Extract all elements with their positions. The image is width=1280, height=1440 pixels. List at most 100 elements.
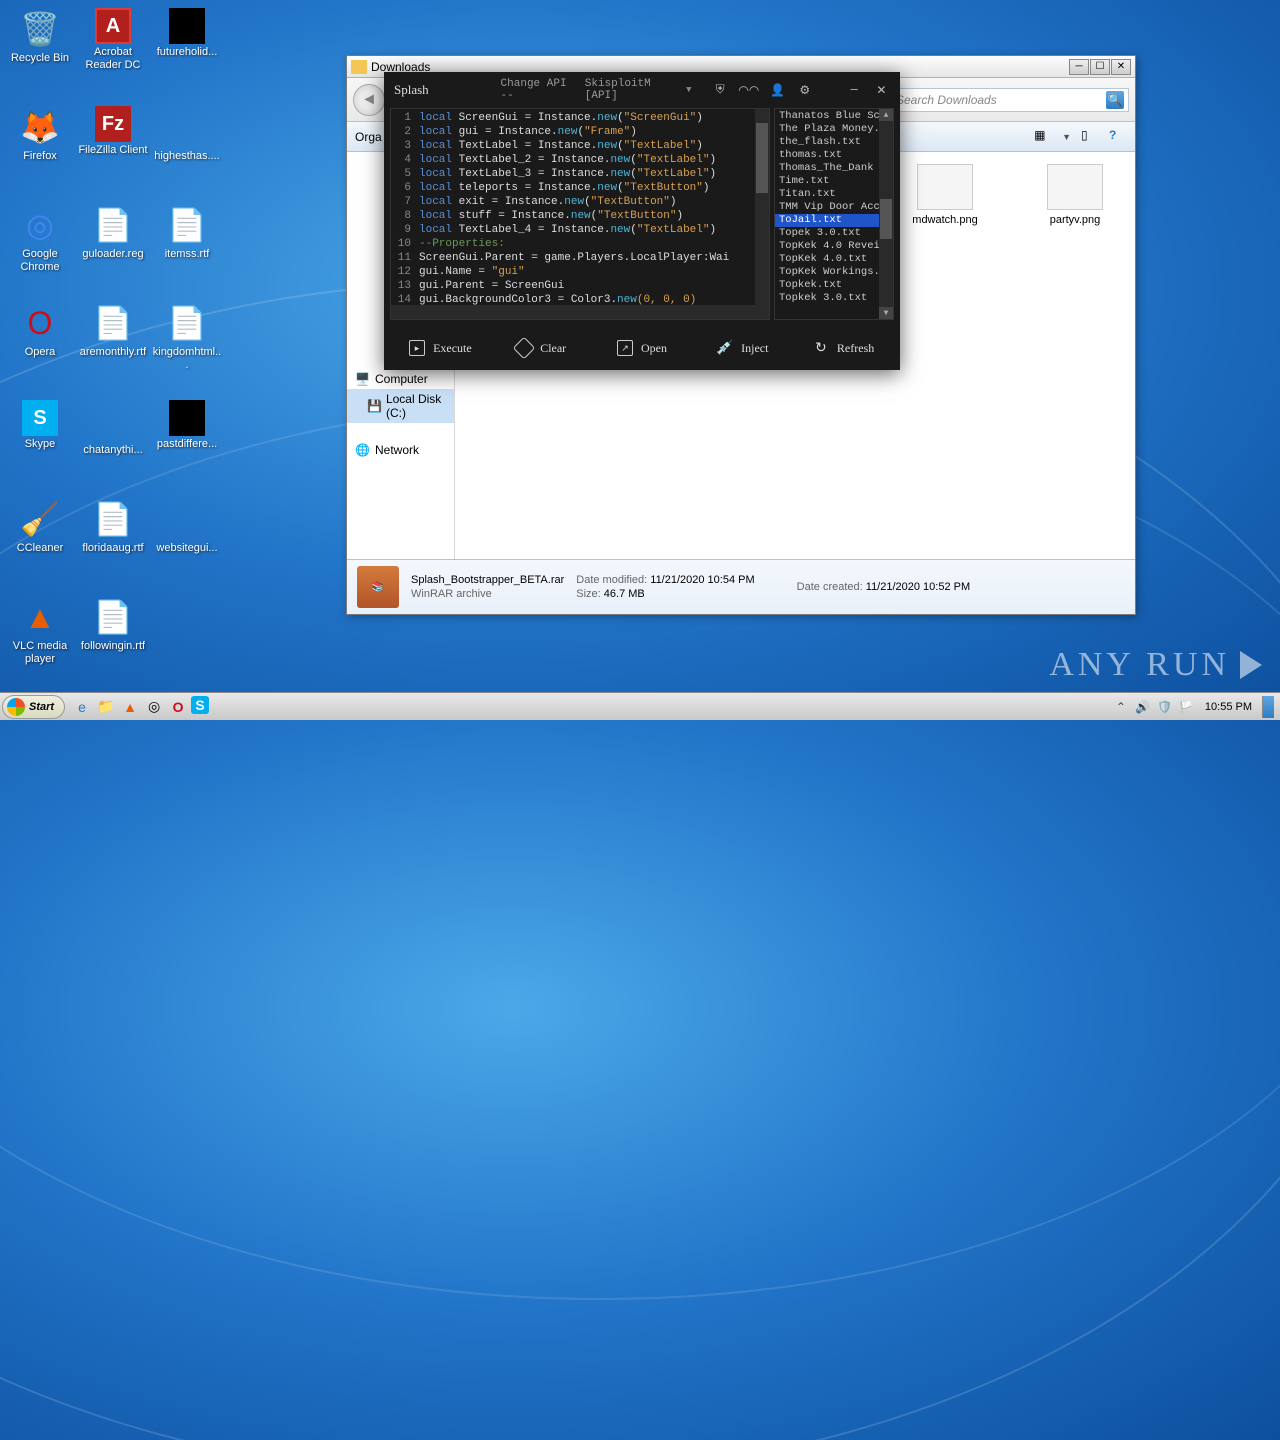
script-item[interactable]: thomas.txt: [775, 149, 879, 162]
code-hscrollbar[interactable]: [391, 305, 755, 319]
script-item[interactable]: the_flash.txt: [775, 136, 879, 149]
splash-titlebar[interactable]: Splash Change API -- SkisploitM [API] ▼ …: [384, 72, 900, 108]
tray-flag-icon[interactable]: 🏳️: [1179, 699, 1195, 715]
syringe-icon: 💉: [717, 340, 733, 356]
maximize-button[interactable]: ☐: [1090, 59, 1110, 75]
help-icon[interactable]: ?: [1109, 128, 1127, 146]
mask-icon[interactable]: ◠◠: [739, 80, 759, 100]
tray-clock[interactable]: 10:55 PM: [1201, 701, 1256, 713]
file-item[interactable]: partyv.png: [1035, 164, 1115, 226]
code-content[interactable]: local ScreenGui = Instance.new("ScreenGu…: [415, 109, 755, 319]
minimize-button[interactable]: ─: [845, 80, 862, 100]
close-button[interactable]: ✕: [1111, 59, 1131, 75]
desktop-icon[interactable]: OOpera: [5, 302, 75, 359]
taskbar-chrome[interactable]: ◎: [143, 696, 165, 718]
desktop-icon[interactable]: SSkype: [5, 400, 75, 451]
taskbar-explorer[interactable]: 📁: [95, 696, 117, 718]
eraser-icon: [513, 337, 536, 360]
inject-button[interactable]: 💉Inject: [694, 333, 791, 363]
change-api-button[interactable]: Change API --: [501, 78, 575, 102]
clear-button[interactable]: Clear: [493, 333, 590, 363]
search-icon[interactable]: 🔍: [1106, 91, 1124, 109]
desktop-icon-label: Firefox: [5, 150, 75, 163]
desktop-icon[interactable]: chatanythi...: [78, 400, 148, 457]
desktop-icon[interactable]: 📄guloader.reg: [78, 204, 148, 261]
script-item[interactable]: Topek 3.0.txt: [775, 227, 879, 240]
script-item[interactable]: Thomas_The_Dank: [775, 162, 879, 175]
open-icon: ↗: [617, 340, 633, 356]
api-name[interactable]: SkisploitM [API]: [585, 78, 676, 102]
desktop-icon[interactable]: ▲VLC media player: [5, 596, 75, 665]
desktop-icon[interactable]: websitegui...: [152, 498, 222, 555]
shield-icon[interactable]: ⛨: [711, 80, 728, 100]
refresh-button[interactable]: ↻Refresh: [795, 333, 892, 363]
organize-button[interactable]: Orga: [355, 130, 382, 144]
desktop-icon[interactable]: 📄followingin.rtf: [78, 596, 148, 653]
line-gutter: 123456789101112131415: [391, 109, 415, 319]
scripts-vscrollbar[interactable]: ▲ ▼: [879, 109, 893, 319]
show-desktop[interactable]: [1262, 696, 1274, 718]
api-dropdown-icon[interactable]: ▼: [686, 85, 691, 95]
desktop-icon[interactable]: highesthas....: [152, 106, 222, 163]
desktop-icon-label: chatanythi...: [78, 444, 148, 457]
sidebar-item-local-disk[interactable]: 💾 Local Disk (C:): [347, 389, 454, 423]
desktop-icon[interactable]: 🦊 Firefox: [5, 106, 75, 163]
app-icon: 🦊: [19, 106, 61, 148]
script-item[interactable]: TopKek 4.0 Reveil: [775, 240, 879, 253]
script-item[interactable]: TopKek 4.0.txt: [775, 253, 879, 266]
script-item[interactable]: Topkek 3.0.txt: [775, 292, 879, 305]
back-button[interactable]: ◄: [353, 84, 385, 116]
app-icon: [166, 498, 208, 540]
desktop-icon-label: FileZilla Client: [78, 144, 148, 157]
scroll-up-icon[interactable]: ▲: [879, 109, 893, 121]
tray-volume-icon[interactable]: 🔊: [1135, 699, 1151, 715]
minimize-button[interactable]: ─: [1069, 59, 1089, 75]
script-item[interactable]: Time.txt: [775, 175, 879, 188]
execute-button[interactable]: ▸Execute: [392, 333, 489, 363]
taskbar-ie[interactable]: e: [71, 696, 93, 718]
code-vscrollbar[interactable]: [755, 109, 769, 319]
desktop-icon[interactable]: 📄kingdomhtml...: [152, 302, 222, 371]
desktop-icon[interactable]: 📄aremonthly.rtf: [78, 302, 148, 359]
tray-shield-icon[interactable]: 🛡️: [1157, 699, 1173, 715]
desktop-icon[interactable]: futureholid...: [152, 8, 222, 59]
desktop-icon[interactable]: 📄floridaaug.rtf: [78, 498, 148, 555]
file-thumbnail: [1047, 164, 1103, 210]
scroll-down-icon[interactable]: ▼: [879, 307, 893, 319]
tray-expand-icon[interactable]: ⌃: [1113, 699, 1129, 715]
desktop-icon[interactable]: FzFileZilla Client: [78, 106, 148, 157]
preview-icon[interactable]: ▯: [1081, 128, 1099, 146]
file-item[interactable]: mdwatch.png: [905, 164, 985, 226]
view-dropdown-icon[interactable]: ▼: [1062, 132, 1071, 142]
open-button[interactable]: ↗Open: [594, 333, 691, 363]
taskbar-vlc[interactable]: ▲: [119, 696, 141, 718]
script-item[interactable]: Thanatos Blue Scy: [775, 110, 879, 123]
user-icon[interactable]: 👤: [769, 80, 786, 100]
splash-title: Splash: [394, 82, 429, 98]
desktop-icon[interactable]: 🧹CCleaner: [5, 498, 75, 555]
desktop-icon[interactable]: 🗑️Recycle Bin: [5, 8, 75, 65]
script-item[interactable]: TMM Vip Door Acc: [775, 201, 879, 214]
desktop-icon[interactable]: pastdiffere...: [152, 400, 222, 451]
watermark: ANY RUN: [1049, 646, 1262, 684]
search-placeholder: Search Downloads: [896, 93, 997, 107]
close-button[interactable]: ✕: [873, 80, 890, 100]
script-item[interactable]: The Plaza Money.t: [775, 123, 879, 136]
sidebar-item-network[interactable]: 🌐 Network: [347, 437, 454, 460]
script-item[interactable]: ToJail.txt: [775, 214, 879, 227]
taskbar-opera[interactable]: O: [167, 696, 189, 718]
script-item[interactable]: Topkek.txt: [775, 279, 879, 292]
gear-icon[interactable]: ⚙: [796, 80, 813, 100]
script-item[interactable]: Titan.txt: [775, 188, 879, 201]
script-item[interactable]: TopKek Workings.: [775, 266, 879, 279]
taskbar-skype[interactable]: S: [191, 696, 209, 714]
desktop-icon-label: Skype: [5, 438, 75, 451]
desktop-icon[interactable]: 📄itemss.rtf: [152, 204, 222, 261]
view-icon[interactable]: ▦: [1034, 128, 1052, 146]
code-editor[interactable]: 123456789101112131415 local ScreenGui = …: [390, 108, 770, 320]
search-input[interactable]: Search Downloads 🔍: [891, 88, 1129, 112]
desktop-icon[interactable]: ◎Google Chrome: [5, 204, 75, 273]
start-button[interactable]: Start: [2, 695, 65, 719]
desktop-icon[interactable]: AAcrobat Reader DC: [78, 8, 148, 71]
app-icon: A: [95, 8, 131, 44]
